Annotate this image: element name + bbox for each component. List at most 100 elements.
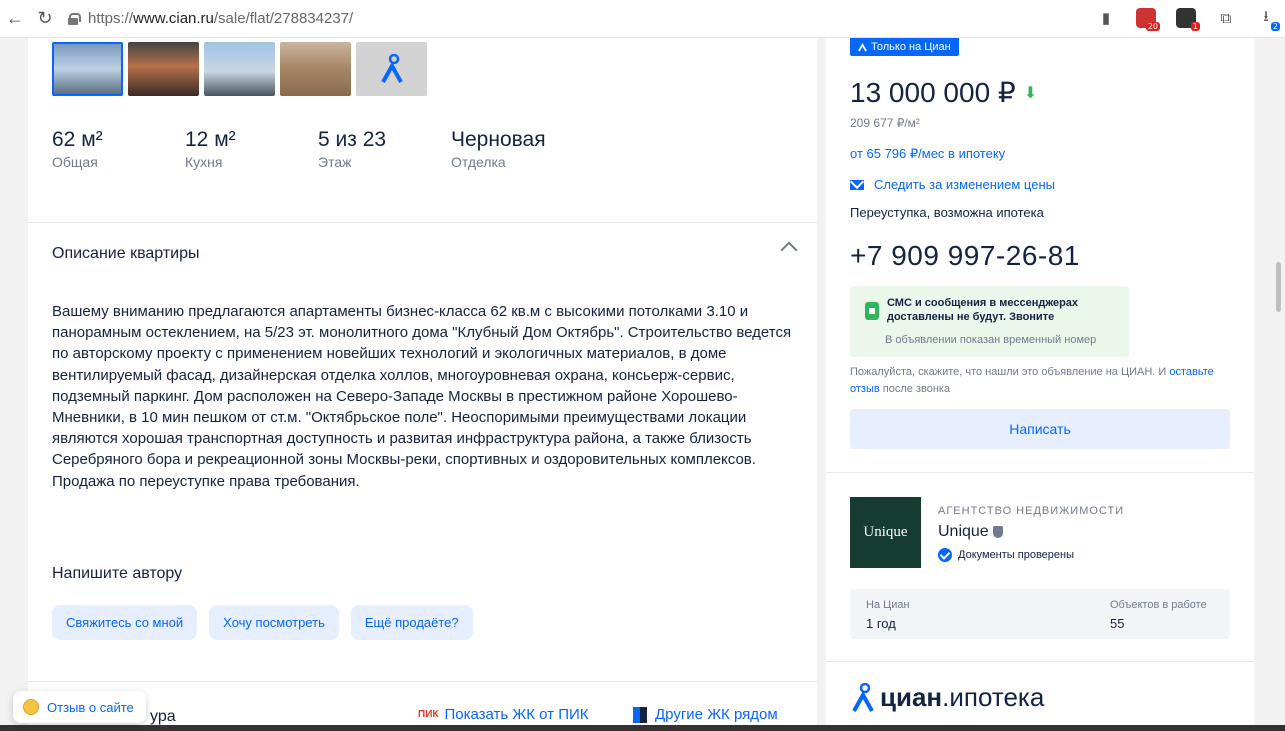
url-prefix: https://: [88, 10, 134, 27]
pik-logo: ПИК: [418, 709, 439, 720]
nearby-complexes-link[interactable]: Другие ЖК рядом: [633, 706, 778, 723]
stat-label: Кухня: [185, 154, 223, 170]
agency-kind: АГЕНТСТВО НЕДВИЖИМОСТИ: [938, 505, 1125, 517]
divider: [28, 681, 817, 682]
on-cian-label: На Циан: [866, 599, 910, 611]
on-cian-value: 1 год: [866, 616, 896, 631]
description-text: Вашему вниманию предлагаются апартаменты…: [52, 303, 792, 490]
exclusive-badge-label: Только на Циан: [871, 41, 951, 53]
quick-messages: Свяжитесь со мной Хочу посмотреть Ещё пр…: [52, 605, 473, 640]
follow-price-link[interactable]: Следить за изменением цены: [850, 177, 1055, 192]
photo-thumbnail[interactable]: [52, 42, 123, 96]
agency-stats: На Циан 1 год Объектов в работе 55: [850, 589, 1230, 639]
address-bar[interactable]: https://www.cian.ru/sale/flat/278834237/: [68, 10, 353, 27]
feedback-label: Отзыв о сайте: [47, 699, 134, 715]
phone-number[interactable]: +7 909 997-26-81: [850, 240, 1080, 272]
chevron-up-icon[interactable]: [780, 241, 798, 259]
chip-still-selling[interactable]: Ещё продаёте?: [350, 605, 473, 640]
offer-sidebar: Только на Циан 13 000 000 ₽ ⬇ 209 677 ₽/…: [826, 38, 1254, 731]
write-author-title: Напишите автору: [52, 565, 183, 582]
sale-terms: Переуступка, возможна ипотека: [850, 205, 1044, 220]
objects-label: Объектов в работе: [1110, 599, 1207, 611]
building-icon: [633, 706, 647, 723]
extension-badge: 1: [1190, 22, 1200, 31]
photo-thumbnail[interactable]: [128, 42, 199, 96]
agency-name-label: Unique: [938, 523, 989, 540]
phone-icon: [865, 302, 879, 320]
price: 13 000 000 ₽ ⬇: [850, 76, 1037, 109]
agency-logo[interactable]: Unique: [850, 497, 921, 568]
download-badge: 2: [1270, 22, 1280, 31]
taskbar-edge: [0, 725, 1285, 731]
smiley-icon: [23, 699, 39, 715]
shield-icon: [992, 526, 1003, 538]
extension-icon[interactable]: 1: [1173, 4, 1200, 32]
stat-value: 12 м²: [185, 128, 236, 151]
site-feedback-button[interactable]: Отзыв о сайте: [13, 691, 146, 723]
pik-link-label: Показать ЖК от ПИК: [444, 706, 589, 723]
photo-thumbnail[interactable]: [204, 42, 275, 96]
cian-ipoteka-rest: .ипотека: [942, 682, 1045, 712]
envelope-icon: [850, 179, 864, 190]
apartment-stats: 62 м² Общая 12 м² Кухня 5 из 23 Этаж Чер…: [52, 128, 651, 170]
price-down-icon[interactable]: ⬇: [1024, 83, 1037, 103]
write-message-button[interactable]: Написать: [850, 409, 1230, 449]
stat-label: Этаж: [318, 154, 352, 170]
verified-check-icon: [938, 548, 952, 562]
ask-text: Пожалуйста, скажите, что нашли это объяв…: [850, 366, 1167, 378]
download-icon[interactable]: ⭳ 2: [1253, 4, 1280, 32]
cian-ipoteka-bold: циан: [880, 682, 943, 712]
documents-verified-label: Документы проверены: [958, 549, 1075, 561]
stat-value: Черновая: [451, 128, 546, 151]
map-thumbnail[interactable]: [356, 42, 427, 96]
documents-verified: Документы проверены: [938, 548, 1074, 562]
cian-mark-icon: [858, 42, 867, 52]
follow-price-label: Следить за изменением цены: [874, 177, 1055, 192]
divider: [28, 222, 817, 223]
puzzle-icon[interactable]: ⧉: [1213, 4, 1239, 32]
photo-gallery: [52, 42, 427, 96]
sms-notice-text: СМС и сообщения в мессенджерах доставлен…: [887, 297, 1079, 323]
browser-extensions: ▮ 20 1 ⧉ ⭳ 2: [1093, 4, 1285, 32]
back-icon[interactable]: ←: [0, 4, 30, 34]
stat-value: 5 из 23: [318, 128, 387, 151]
stat-total-area: 62 м² Общая: [52, 128, 185, 170]
sms-notice-sub: В объявлении показан временный номер: [885, 334, 1097, 346]
page-scrollbar[interactable]: [1276, 262, 1281, 312]
ask-text-tail: после звонка: [882, 383, 951, 395]
reload-icon[interactable]: ↻: [30, 4, 60, 34]
browser-toolbar: ← ↻ https://www.cian.ru/sale/flat/278834…: [0, 0, 1285, 38]
extension-icon[interactable]: 20: [1133, 4, 1160, 32]
cian-ipoteka-logo[interactable]: циан.ипотека: [850, 682, 1044, 713]
stat-label: Общая: [52, 154, 98, 170]
listing-main: 62 м² Общая 12 м² Кухня 5 из 23 Этаж Чер…: [28, 38, 817, 731]
stat-kitchen-area: 12 м² Кухня: [185, 128, 318, 170]
exclusive-badge: Только на Циан: [850, 38, 959, 56]
mortgage-link[interactable]: от 65 796 ₽/мес в ипотеку: [850, 146, 1005, 162]
cian-logo-icon: [380, 54, 403, 83]
stat-value: 62 м²: [52, 128, 103, 151]
price-per-meter: 209 677 ₽/м²: [850, 116, 920, 130]
objects-value: 55: [1110, 616, 1125, 631]
section-caption: ура: [150, 708, 176, 725]
pik-link[interactable]: ПИК Показать ЖК от ПИК: [418, 706, 589, 723]
url-path: /sale/flat/278834237/: [213, 10, 354, 27]
stat-floor: 5 из 23 Этаж: [318, 128, 451, 170]
extension-badge: 20: [1145, 22, 1160, 31]
chip-contact-me[interactable]: Свяжитесь со мной: [52, 605, 198, 640]
nearby-complexes-label: Другие ЖК рядом: [655, 706, 778, 723]
cian-logo-icon: [852, 682, 874, 712]
stat-label: Отделка: [451, 154, 506, 170]
chip-want-to-see[interactable]: Хочу посмотреть: [209, 605, 339, 640]
mention-cian-note: Пожалуйста, скажите, что нашли это объяв…: [850, 364, 1230, 398]
divider: [826, 661, 1254, 662]
description-title[interactable]: Описание квартиры: [52, 245, 200, 263]
photo-thumbnail[interactable]: [280, 42, 351, 96]
price-value: 13 000 000 ₽: [850, 77, 1016, 108]
lock-icon: [68, 12, 81, 25]
divider: [826, 472, 1254, 473]
url-domain: www.cian.ru: [133, 10, 214, 27]
agency-name[interactable]: Unique: [938, 523, 1003, 541]
stat-finishing: Черновая Отделка: [451, 128, 651, 170]
bookmark-icon[interactable]: ▮: [1093, 4, 1119, 32]
